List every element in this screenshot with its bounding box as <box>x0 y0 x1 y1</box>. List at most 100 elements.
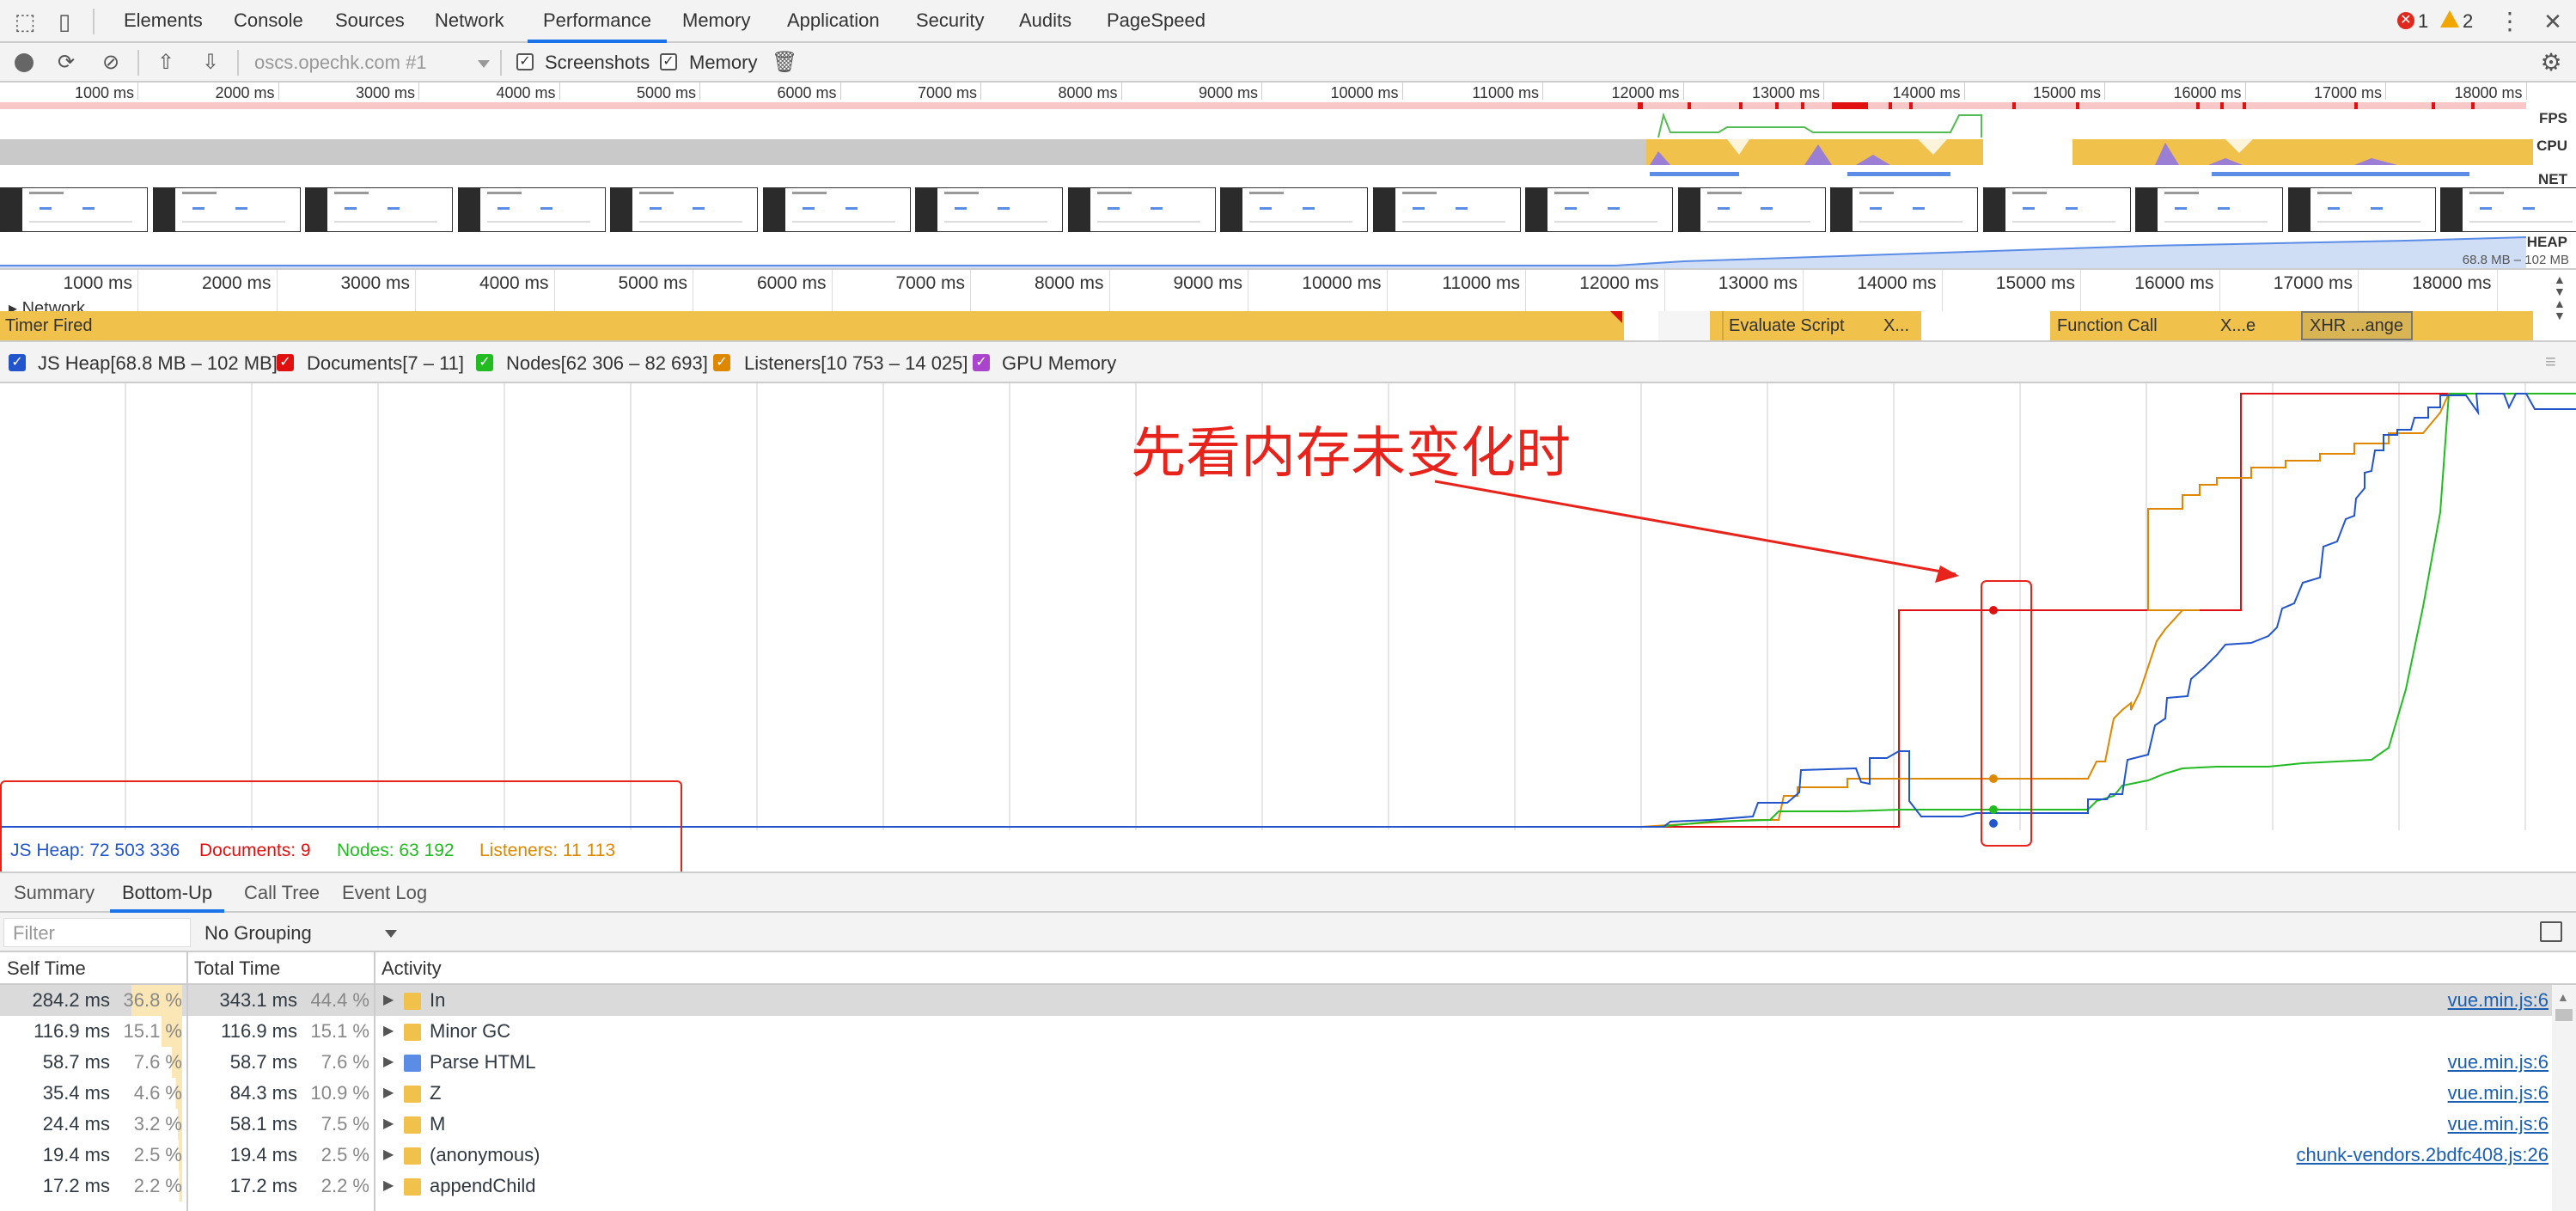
tab-audits[interactable]: Audits <box>1004 0 1087 41</box>
tab-security[interactable]: Security <box>900 0 999 41</box>
table-row[interactable]: 19.4 ms 2.5 % 19.4 ms 2.5 % ▶ (anonymous) chun… <box>0 1140 2576 1171</box>
expand-arrow-icon[interactable]: ▶ <box>383 1016 394 1047</box>
tab-console[interactable]: Console <box>218 0 319 41</box>
source-link[interactable]: vue.min.js:6 <box>2448 1078 2549 1109</box>
expand-arrow-icon[interactable]: ▶ <box>383 1109 394 1140</box>
total-time-header[interactable]: Total Time <box>187 952 375 985</box>
close-icon[interactable]: ✕ <box>2540 9 2566 34</box>
table-row[interactable]: 17.2 ms 2.2 % 17.2 ms 2.2 % ▶ appendChild <box>0 1171 2576 1202</box>
screenshot-thumbnail[interactable] <box>1372 187 1521 232</box>
screenshot-thumbnail[interactable] <box>152 187 301 232</box>
screenshot-thumbnail[interactable] <box>762 187 911 232</box>
tab-pagespeed[interactable]: PageSpeed <box>1091 0 1221 41</box>
screenshot-thumbnail[interactable] <box>1830 187 1978 232</box>
self-time-percent: 36.8 % <box>113 985 182 1016</box>
grouping-select[interactable]: No Grouping <box>204 922 312 945</box>
save-profile-icon[interactable]: ⇩ <box>198 50 223 76</box>
tab-elements[interactable]: Elements <box>108 0 218 41</box>
scroll-thumb[interactable] <box>2555 1009 2573 1021</box>
warning-count[interactable]: 2 <box>2463 10 2473 33</box>
scroll-up-icon[interactable]: ▲ <box>2557 990 2569 1004</box>
screenshot-thumbnail[interactable] <box>1982 187 2131 232</box>
gear-icon[interactable]: ⚙ <box>2538 50 2564 76</box>
expand-arrow-icon[interactable]: ▶ <box>383 985 394 1016</box>
table-row[interactable]: 24.4 ms 3.2 % 58.1 ms 7.5 % ▶ Mvue.min.js:6 <box>0 1109 2576 1140</box>
scroll-arrows-icon[interactable]: ▲ ▼ ▲ ▼ <box>2554 273 2566 321</box>
screenshot-filmstrip[interactable] <box>0 187 2576 232</box>
xhr-block-1[interactable]: X... <box>1878 311 1920 340</box>
tab-application[interactable]: Application <box>772 0 895 41</box>
warning-icon[interactable] <box>2440 10 2459 28</box>
screenshot-thumbnail[interactable] <box>2135 187 2283 232</box>
expand-arrow-icon[interactable]: ▶ <box>383 1171 394 1202</box>
self-time-header[interactable]: Self Time <box>0 952 187 985</box>
screenshots-checkbox[interactable]: ✓ <box>516 53 534 70</box>
inspect-element-icon[interactable]: ⬚ <box>12 9 38 34</box>
tab-call-tree[interactable]: Call Tree <box>232 873 332 913</box>
memory-checkbox[interactable]: ✓ <box>660 53 677 70</box>
table-row[interactable]: 58.7 ms 7.6 % 58.7 ms 7.6 % ▶ Parse HTML vue.m… <box>0 1047 2576 1078</box>
expand-arrow-icon[interactable]: ▶ <box>383 1078 394 1109</box>
grouping-chevron-icon[interactable] <box>385 930 397 938</box>
error-icon[interactable]: ✕ <box>2397 12 2414 29</box>
tab-sources[interactable]: Sources <box>320 0 420 41</box>
screenshot-thumbnail[interactable] <box>1677 187 1826 232</box>
tab-bottom-up[interactable]: Bottom-Up <box>110 873 225 913</box>
screenshot-thumbnail[interactable] <box>2440 187 2576 232</box>
nodes-checkbox[interactable]: ✓ <box>476 354 493 371</box>
screenshot-thumbnail[interactable] <box>1220 187 1368 232</box>
trash-icon[interactable]: 🗑 <box>772 50 797 76</box>
expand-arrow-icon[interactable]: ▶ <box>383 1047 394 1078</box>
table-row[interactable]: 35.4 ms 4.6 % 84.3 ms 10.9 % ▶ Zvue.min.js:6 <box>0 1078 2576 1109</box>
reload-icon[interactable]: ⟳ <box>53 50 79 76</box>
screenshot-thumbnail[interactable] <box>915 187 1063 232</box>
source-link[interactable]: chunk-vendors.2bdfc408.js:26 <box>2296 1140 2549 1171</box>
function-call-block[interactable]: Function Call <box>2050 311 2188 340</box>
more-options-icon[interactable]: ⋮ <box>2497 9 2523 34</box>
timeline-tick-label: 2000 ms <box>201 273 272 293</box>
xhr-readystatechange-block[interactable]: XHR ...ange <box>2301 311 2413 340</box>
annotation-arrow-line <box>1434 480 1956 576</box>
evaluate-script-block[interactable]: Evaluate Script <box>1722 311 1847 340</box>
memory-counter-chart[interactable]: 先看内存未变化时 JS Heap: 72 503 336 Documents: … <box>0 383 2576 882</box>
source-link[interactable]: vue.min.js:6 <box>2448 985 2549 1016</box>
record-icon[interactable] <box>15 53 34 72</box>
screenshot-thumbnail[interactable] <box>457 187 606 232</box>
expand-arrow-icon[interactable]: ▶ <box>383 1140 394 1171</box>
toggle-sidebar-icon[interactable] <box>2540 921 2562 942</box>
source-link[interactable]: vue.min.js:6 <box>2448 1047 2549 1078</box>
activity-header[interactable]: Activity <box>375 952 2576 985</box>
xhr-block-2[interactable]: X...e <box>2213 311 2256 340</box>
screenshot-thumbnail[interactable] <box>610 187 758 232</box>
js-heap-checkbox[interactable]: ✓ <box>9 354 26 371</box>
screenshot-thumbnail[interactable] <box>1067 187 1216 232</box>
table-row[interactable]: 116.9 ms 15.1 % 116.9 ms 15.1 % ▶ Minor GC <box>0 1016 2576 1047</box>
timeline-gap-3 <box>1921 311 2050 340</box>
tab-summary[interactable]: Summary <box>2 873 107 913</box>
main-timeline[interactable]: 1000 ms 2000 ms 3000 ms 4000 ms 5000 ms 6000 … <box>0 270 2576 342</box>
listeners-checkbox[interactable]: ✓ <box>713 354 730 371</box>
source-link[interactable]: vue.min.js:6 <box>2448 1109 2549 1140</box>
filter-input[interactable]: Filter <box>3 918 191 947</box>
tab-memory[interactable]: Memory <box>667 0 766 41</box>
tab-performance[interactable]: Performance <box>528 0 667 43</box>
error-count[interactable]: 1 <box>2418 10 2428 33</box>
device-toolbar-icon[interactable]: ▯ <box>52 9 77 34</box>
screenshot-thumbnail[interactable] <box>2287 187 2436 232</box>
timeline-tick-label: 18000 ms <box>2412 273 2492 293</box>
screenshot-thumbnail[interactable] <box>305 187 453 232</box>
tab-network[interactable]: Network <box>419 0 520 41</box>
table-row[interactable]: 284.2 ms 36.8 % 343.1 ms 44.4 % ▶ In vue.min.j… <box>0 985 2576 1016</box>
tab-event-log[interactable]: Event Log <box>330 873 439 913</box>
gpu-memory-checkbox[interactable]: ✓ <box>973 354 990 371</box>
load-profile-icon[interactable]: ⇧ <box>153 50 179 76</box>
timeline-overview[interactable]: 1000 ms 2000 ms 3000 ms 4000 ms 5000 ms 6000 … <box>0 83 2576 270</box>
documents-checkbox[interactable]: ✓ <box>277 354 294 371</box>
chevron-down-icon[interactable] <box>478 60 490 68</box>
menu-lines-icon[interactable]: ≡ <box>2545 351 2556 373</box>
total-time-value: 58.7 ms <box>229 1051 297 1073</box>
clear-icon[interactable]: ⊘ <box>98 50 124 76</box>
recording-select[interactable]: oscs.opechk.com #1 <box>254 52 486 74</box>
screenshot-thumbnail[interactable] <box>1525 187 1673 232</box>
screenshot-thumbnail[interactable] <box>0 187 148 232</box>
